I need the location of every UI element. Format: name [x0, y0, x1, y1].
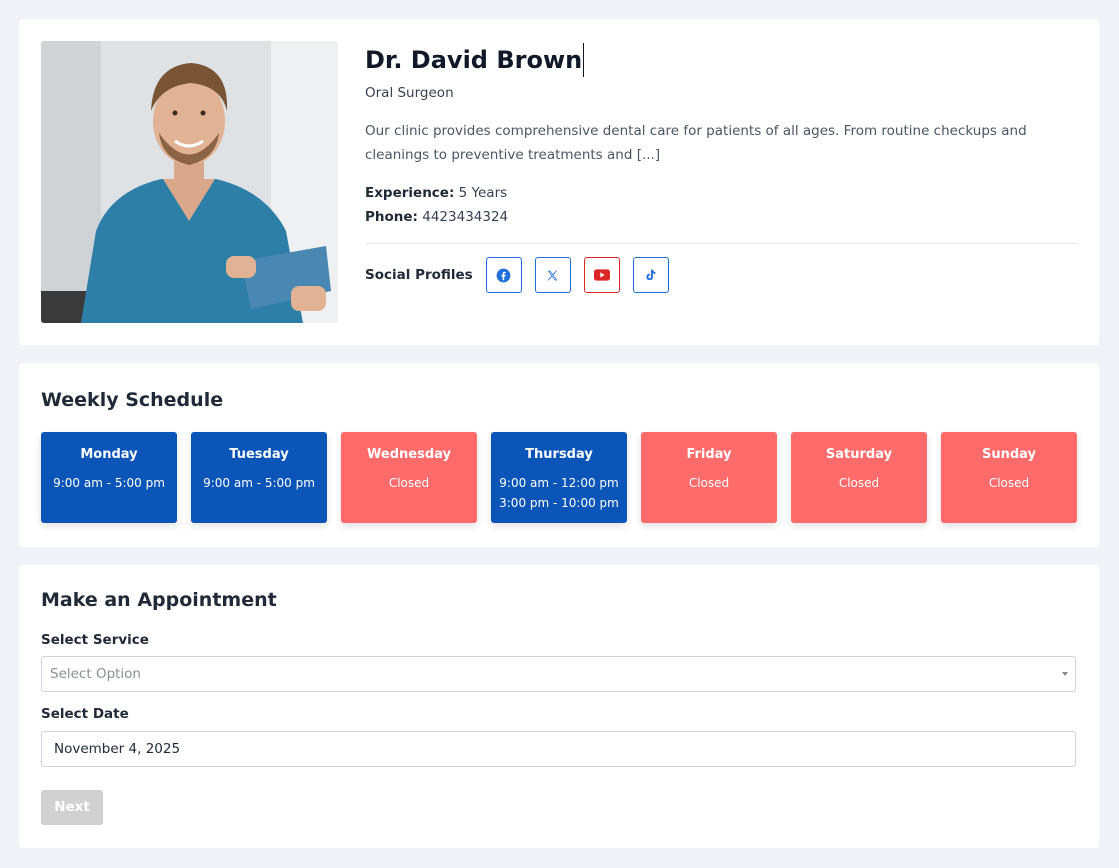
phone-value: 4423434324 — [422, 209, 509, 225]
day-saturday: Saturday Closed — [791, 432, 927, 523]
date-input[interactable]: November 4, 2025 — [41, 731, 1076, 767]
doctor-specialty: Oral Surgeon — [365, 85, 454, 101]
schedule-title: Weekly Schedule — [41, 389, 224, 411]
appointment-title: Make an Appointment — [41, 589, 277, 611]
day-hours: 9:00 am - 5:00 pm — [191, 473, 327, 493]
doctor-meta: Experience: 5 Years Phone: 4423434324 — [365, 181, 1077, 229]
x-icon — [547, 270, 558, 280]
hours-line: Closed — [388, 476, 430, 490]
next-button[interactable]: Next — [41, 790, 103, 825]
day-hours: Closed — [941, 473, 1077, 493]
youtube-icon — [593, 269, 610, 281]
tiktok-icon — [646, 269, 656, 281]
day-sunday: Sunday Closed — [941, 432, 1077, 523]
hours-line: 3:00 pm - 10:00 pm — [499, 496, 619, 510]
day-name: Thursday — [525, 447, 593, 462]
day-name: Friday — [686, 447, 732, 462]
hours-line: Closed — [838, 476, 880, 490]
experience-row: Experience: 5 Years — [365, 181, 1077, 205]
doctor-bio: Our clinic provides comprehensive dental… — [365, 123, 1027, 163]
service-select[interactable]: Select Option — [41, 656, 1076, 692]
youtube-button[interactable] — [583, 257, 620, 293]
doctor-name: Dr. David Brown — [365, 43, 585, 77]
appointment-card: Make an Appointment Select Service Selec… — [19, 565, 1099, 848]
day-name: Monday — [80, 447, 138, 462]
service-label: Select Service — [41, 632, 149, 648]
schedule-days: Monday 9:00 am - 5:00 pm Tuesday 9:00 am… — [41, 432, 1077, 523]
hours-line: 9:00 am - 5:00 pm — [53, 476, 165, 490]
date-value: November 4, 2025 — [54, 741, 181, 757]
day-hours: 9:00 am - 12:00 pm 3:00 pm - 10:00 pm — [491, 473, 627, 513]
day-hours: Closed — [341, 473, 477, 493]
day-thursday: Thursday 9:00 am - 12:00 pm 3:00 pm - 10… — [491, 432, 627, 523]
experience-value: 5 Years — [458, 185, 508, 201]
phone-label: Phone: — [365, 209, 418, 225]
day-name: Saturday — [825, 447, 893, 462]
day-friday: Friday Closed — [641, 432, 777, 523]
weekly-schedule-card: Weekly Schedule Monday 9:00 am - 5:00 pm… — [19, 363, 1099, 547]
day-tuesday: Tuesday 9:00 am - 5:00 pm — [191, 432, 327, 523]
doctor-photo — [41, 41, 338, 323]
phone-row: Phone: 4423434324 — [365, 205, 1077, 229]
day-name: Tuesday — [229, 447, 289, 462]
day-monday: Monday 9:00 am - 5:00 pm — [41, 432, 177, 523]
doctor-profile-card: Dr. David Brown Oral Surgeon Our clinic … — [19, 19, 1099, 345]
date-label: Select Date — [41, 706, 129, 722]
day-hours: Closed — [791, 473, 927, 493]
social-profiles-label: Social Profiles — [365, 267, 473, 283]
day-wednesday: Wednesday Closed — [341, 432, 477, 523]
day-hours: Closed — [641, 473, 777, 493]
hours-line: 9:00 am - 5:00 pm — [203, 476, 315, 490]
social-profiles: Social Profiles — [365, 257, 1077, 293]
facebook-icon — [496, 268, 511, 282]
caret-down-icon — [1062, 672, 1068, 676]
doctor-info: Dr. David Brown Oral Surgeon Our clinic … — [365, 43, 1077, 293]
day-name: Wednesday — [367, 447, 451, 462]
tiktok-button[interactable] — [632, 257, 669, 293]
divider — [365, 243, 1077, 244]
x-button[interactable] — [534, 257, 571, 293]
hours-line: 9:00 am - 12:00 pm — [499, 476, 619, 490]
day-name: Sunday — [981, 447, 1037, 462]
hours-line: Closed — [988, 476, 1030, 490]
service-placeholder: Select Option — [50, 666, 141, 682]
hours-line: Closed — [688, 476, 730, 490]
facebook-button[interactable] — [485, 257, 522, 293]
experience-label: Experience: — [365, 185, 455, 201]
day-hours: 9:00 am - 5:00 pm — [41, 473, 177, 493]
